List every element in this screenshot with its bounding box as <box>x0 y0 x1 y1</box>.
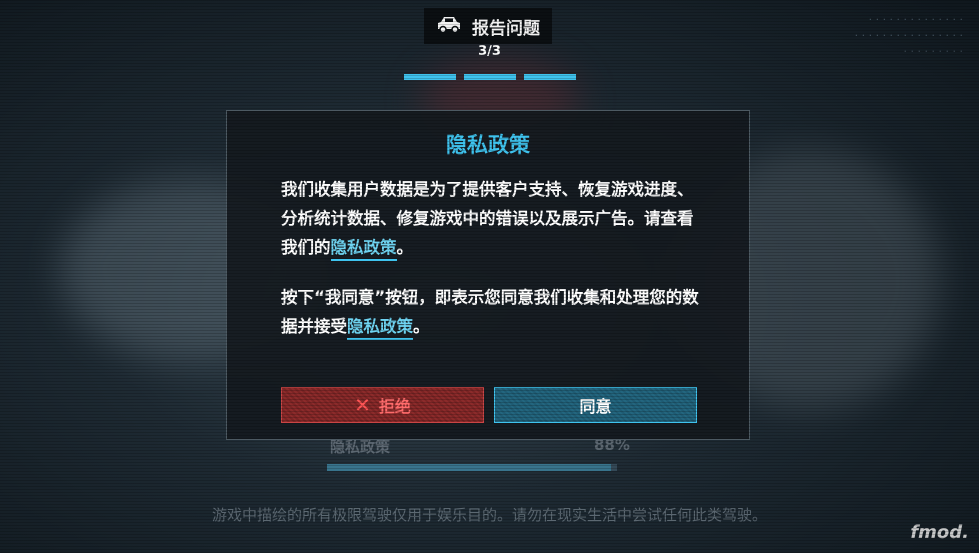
step-progress <box>404 74 576 80</box>
background-progress-bar <box>327 464 617 471</box>
accept-label: 同意 <box>579 397 612 416</box>
paragraph2-end: 。 <box>413 317 430 336</box>
progress-segment <box>404 74 456 80</box>
privacy-policy-link[interactable]: 隐私政策 <box>330 238 397 261</box>
privacy-dialog: 隐私政策 我们收集用户数据是为了提供客户支持、恢复游戏进度、分析统计数据、修复游… <box>226 110 750 440</box>
decline-label: 拒绝 <box>378 397 411 416</box>
paragraph1-end: 。 <box>396 238 414 257</box>
paragraph-consent: 按下“我同意”按钮，即表示您同意我们收集和处理您的数据并接受隐私政策。 <box>281 283 701 341</box>
paragraph2-text: 按下“我同意”按钮，即表示您同意我们收集和处理您的数据并接受 <box>281 288 699 336</box>
paragraph-collection: 我们收集用户数据是为了提供客户支持、恢复游戏进度、分析统计数据、修复游戏中的错误… <box>281 175 701 262</box>
progress-segment <box>464 74 516 80</box>
fmod-logo: fmod. <box>910 522 969 543</box>
progress-segment <box>524 74 576 80</box>
close-icon: ✕ <box>354 393 371 417</box>
header-title: 报告问题 <box>472 18 540 39</box>
privacy-policy-link[interactable]: 隐私政策 <box>347 317 413 340</box>
dialog-body: 我们收集用户数据是为了提供客户支持、恢复游戏进度、分析统计数据、修复游戏中的错误… <box>281 175 701 362</box>
report-header: 报告问题 <box>424 8 552 44</box>
car-icon <box>436 14 462 38</box>
accept-button[interactable]: 同意 <box>494 387 697 423</box>
step-indicator: 3/3 <box>478 44 501 59</box>
disclaimer-text: 游戏中描绘的所有极限驾驶仅用于娱乐目的。请勿在现实生活中尝试任何此类驾驶。 <box>211 506 767 524</box>
dialog-title: 隐私政策 <box>446 133 530 157</box>
decline-button[interactable]: ✕ 拒绝 <box>281 387 484 423</box>
background-progress-fill <box>327 464 612 471</box>
